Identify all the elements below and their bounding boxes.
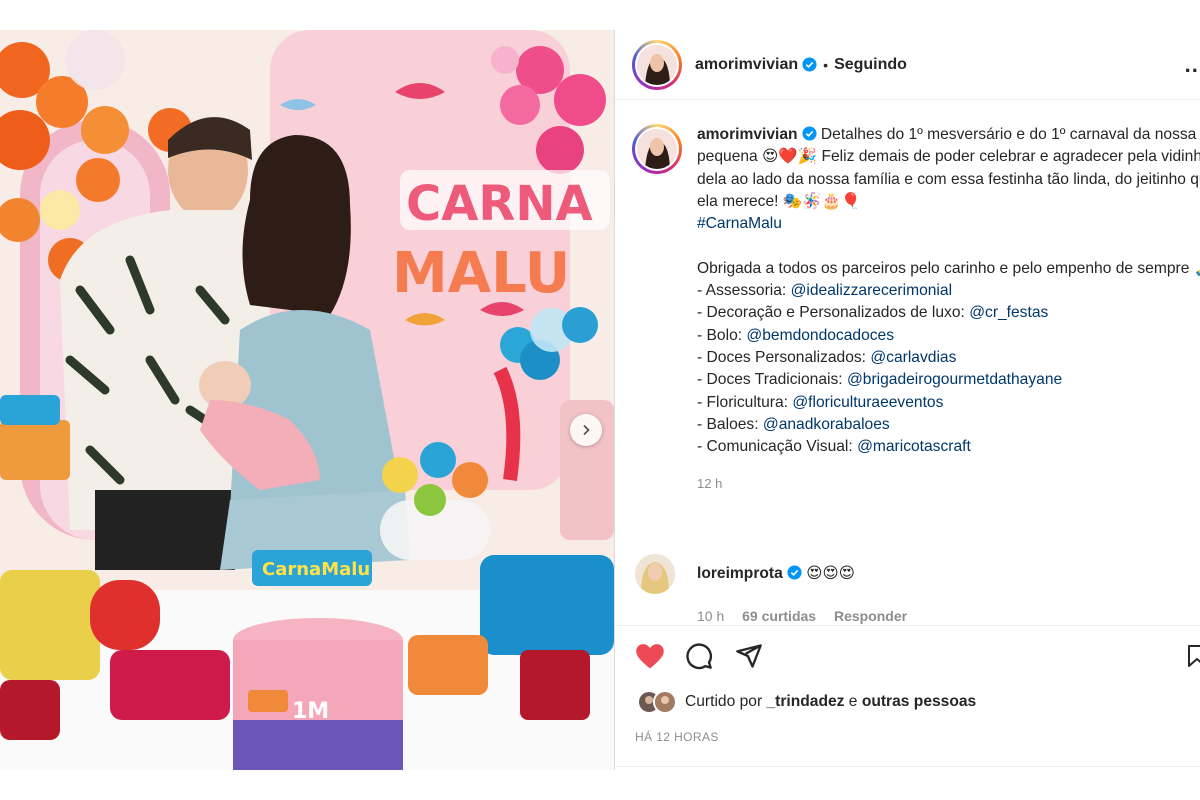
- share-icon[interactable]: [735, 642, 763, 670]
- other-likers-link[interactable]: outras pessoas: [862, 693, 976, 710]
- following-button[interactable]: Seguindo: [834, 56, 907, 74]
- post-side-panel: amorimvivian • Seguindo ...: [615, 30, 1200, 770]
- caption-paragraph-2: Obrigada a todos os parceiros pelo carin…: [697, 259, 1200, 277]
- credit-handle-link[interactable]: @cr_festas: [969, 304, 1048, 321]
- credit-line: - Doces Tradicionais: @brigadeirogourmet…: [697, 371, 1063, 389]
- author-avatar[interactable]: [632, 39, 682, 90]
- verified-badge-icon: [787, 565, 802, 580]
- post-caption: amorimvivian Detalhes do 1º mesversário …: [615, 100, 1200, 548]
- comment-item: loreimprota 😍😍😍 10 h 69 curtidas Respond…: [615, 548, 1200, 628]
- liked-by: Curtido por _trindadez e outras pessoas: [637, 690, 976, 714]
- credit-handle-link[interactable]: @idealizzarecerimonial: [791, 282, 952, 299]
- credit-line: - Doces Personalizados: @carlavdias: [697, 348, 957, 366]
- credit-line: - Assessoria: @idealizzarecerimonial: [697, 282, 953, 300]
- verified-badge-icon: [802, 57, 817, 72]
- caption-author-username[interactable]: amorimvivian: [697, 126, 798, 143]
- credit-handle-link[interactable]: @carlavdias: [870, 349, 956, 366]
- hashtag-link[interactable]: #CarnaMalu: [697, 215, 782, 232]
- commenter-username[interactable]: loreimprota: [697, 565, 783, 582]
- credit-line: - Floricultura: @floriculturaeeventos: [697, 393, 944, 411]
- credit-line: - Decoração e Personalizados de luxo: @c…: [697, 304, 1049, 322]
- comment-time[interactable]: 10 h: [697, 608, 724, 624]
- liker-username[interactable]: _trindadez: [766, 693, 844, 710]
- reply-button[interactable]: Responder: [834, 608, 907, 624]
- caption-text: amorimvivian Detalhes do 1º mesversário …: [697, 124, 1200, 458]
- heart-icon[interactable]: [635, 642, 665, 670]
- credit-handle-link[interactable]: @brigadeirogourmetdathayane: [847, 371, 1062, 388]
- separator-dot: •: [823, 56, 829, 73]
- credit-handle-link[interactable]: @bemdondocadoces: [746, 327, 894, 344]
- verified-badge-icon: [802, 126, 817, 141]
- credit-handle-link[interactable]: @maricotascraft: [857, 438, 971, 455]
- post-actions: Curtido por _trindadez e outras pessoas …: [615, 625, 1200, 770]
- credit-line: - Comunicação Visual: @maricotascraft: [697, 438, 971, 456]
- more-icon[interactable]: ...: [1185, 52, 1200, 78]
- instagram-post: CARNA MALU 1M CarnaMalu amorimvivian • S…: [0, 30, 1200, 770]
- bookmark-icon[interactable]: [1185, 642, 1200, 670]
- commenter-avatar[interactable]: [635, 554, 675, 594]
- liked-by-text: Curtido por _trindadez e outras pessoas: [685, 693, 977, 710]
- comment-icon[interactable]: [685, 642, 713, 670]
- caption-author-avatar[interactable]: [632, 124, 682, 174]
- author-username[interactable]: amorimvivian: [695, 56, 798, 74]
- banner-bottom-text: MALU: [392, 241, 570, 306]
- party-photo-illustration: CARNA MALU 1M CarnaMalu: [0, 30, 614, 770]
- cake-topper-text: CarnaMalu: [262, 559, 370, 580]
- credit-line: - Baloes: @anadkorabaloes: [697, 415, 890, 433]
- credit-line: - Bolo: @bemdondocadoces: [697, 326, 895, 344]
- next-photo-button[interactable]: [570, 414, 602, 446]
- comment-likes[interactable]: 69 curtidas: [742, 608, 816, 624]
- bottom-divider: [615, 766, 1200, 767]
- post-timestamp[interactable]: HÁ 12 HORAS: [635, 730, 719, 744]
- chevron-right-icon: [583, 424, 590, 436]
- credit-handle-link[interactable]: @floriculturaeeventos: [792, 394, 943, 411]
- comment-meta: 10 h 69 curtidas Responder: [697, 608, 921, 624]
- caption-timestamp[interactable]: 12 h: [697, 476, 1200, 491]
- post-header: amorimvivian • Seguindo ...: [615, 30, 1200, 100]
- cake-number: 1M: [292, 699, 329, 724]
- liker-avatar[interactable]: [653, 690, 677, 714]
- comment-body: 😍😍😍: [806, 565, 855, 582]
- comment-text: loreimprota 😍😍😍: [697, 564, 855, 583]
- post-photo[interactable]: CARNA MALU 1M CarnaMalu: [0, 30, 614, 770]
- credit-handle-link[interactable]: @anadkorabaloes: [763, 416, 890, 433]
- banner-top-text: CARNA: [406, 176, 593, 232]
- action-icons: [615, 626, 1200, 686]
